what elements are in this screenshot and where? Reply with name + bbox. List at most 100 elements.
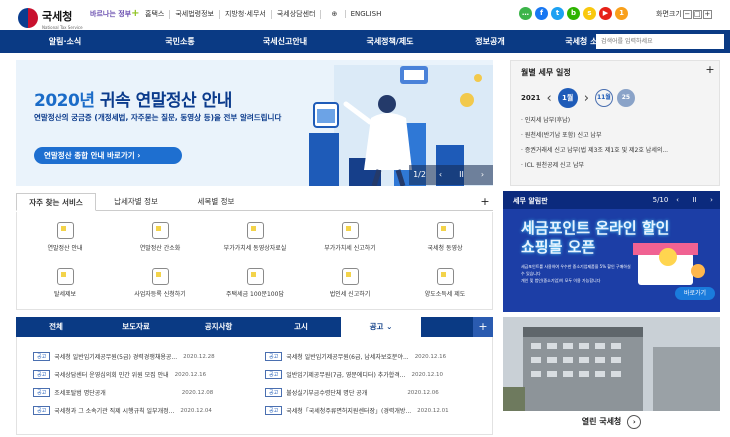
hero-link-button[interactable]: 연말정산 종합 안내 바로가기 › [34,147,182,164]
schedule-item[interactable]: · 인지세 납부(후납) [521,113,668,128]
day-option[interactable]: 25 [616,89,635,107]
service-item[interactable]: 연말정산 안내 [25,222,105,252]
service-item[interactable]: 국세청 동영상 [405,222,485,252]
tab-taxpayer-info[interactable]: 납세자별 정보 [96,193,176,211]
tab-frequent-services[interactable]: 자주 찾는 서비스 [16,193,96,211]
news-item[interactable]: 공고 국세청 일반임기제공무원(6급, 납세자보호분야... 2020.12.16 [265,352,446,361]
news-badge: 공고 [265,352,283,361]
schedule-item[interactable]: · 증권거래세 신고 납부(법 제3조 제1호 및 제2호 납세의... [521,143,668,158]
hero-banner[interactable]: 2020년 귀속 연말정산 안내 연말정산의 궁금증 (개정세법, 자주묻는 질… [16,60,493,186]
main-nav: 알림·소식 국민소통 국세신고안내 국세정책/제도 정보공개 국세청 소개 [0,30,730,53]
news-item[interactable]: 공고 국세청과 그 소속기관 직제 시행규칙 일부개정... 2020.12.04 [33,406,212,415]
link-english-label: ENGLISH [350,10,382,18]
news-item[interactable]: 공고 국세청「국세청주류면허지원센터장」(경력개방... 2020.12.01 [265,406,449,415]
register-icon [151,268,169,285]
news-item[interactable]: 공고 국세청 일반임기제공무원(5급) 경력경쟁채용공... 2020.12.28 [33,352,215,361]
book-icon [246,268,264,285]
zoom-in-button[interactable]: + [702,9,712,19]
tab-all[interactable]: 전체 [16,317,96,337]
tax-notice-sub-1: 세금포인트를 사용하여 우수한 중소기업제품을 5% 할인 구매하실 수 있습니… [521,264,631,276]
nav-item-communication[interactable]: 국민소통 [130,36,230,47]
link-offices[interactable]: 지방청·세무서 [220,10,272,19]
service-item[interactable]: 연말정산 간소화 [120,222,200,252]
news-badge: 공고 [33,388,51,397]
tax-notice-link-button[interactable]: 바로가기 [675,287,715,300]
tax-notice-headline: 세금포인트 온라인 할인 쇼핑몰 오픈 [521,219,669,257]
list-icon [436,268,454,285]
news-date: 2020.12.28 [183,353,215,360]
logo[interactable]: 국세청 National Tax Service [18,5,83,30]
search-input[interactable] [596,34,724,49]
news-badge: 공고 [265,388,283,397]
link-english[interactable]: ⊕ ENGLISH [321,10,391,19]
chevron-right-icon[interactable]: › [584,91,589,106]
zoom-out-button[interactable]: − [682,9,692,19]
news-badge: 공고 [33,370,51,379]
person-icon [436,222,454,239]
tab-tax-item-info[interactable]: 세목별 정보 [176,193,256,211]
service-item[interactable]: 탈세제보 [25,268,105,298]
prev-icon[interactable]: ‹ [430,165,451,185]
tab-announcement[interactable]: 공고 ⌄ [341,317,421,337]
service-item[interactable]: 주택세금 100문100답 [215,268,295,298]
video-icon [246,222,264,239]
link-call-center[interactable]: 국세상담센터 [272,10,322,19]
twitter-icon[interactable]: t [551,7,564,20]
news-date: 2020.12.10 [411,371,444,378]
youtube-icon[interactable]: ▶ [599,7,612,20]
hero-title-year: 2020년 [34,91,95,111]
service-label: 연말정산 안내 [47,245,83,252]
nav-item-tax-filing[interactable]: 국세신고안내 [230,36,340,47]
news-badge: 공고 [33,406,51,415]
kakaotalk-icon[interactable]: … [519,7,532,20]
news-title: 국세상담센터 운영심의회 민간 위원 모집 안내 [54,372,169,379]
document-icon [151,222,169,239]
hero-title: 2020년 귀속 연말정산 안내 [34,86,232,111]
service-item[interactable]: 부가가치세 동영상자료실 [215,222,295,252]
month-current[interactable]: 1월 [557,88,578,108]
tab-press[interactable]: 보도자료 [96,317,176,337]
news-item[interactable]: 공고 불성실기부금수령단체 명단 공개 2020.12.06 [265,388,439,397]
service-item[interactable]: 사업자등록 신청하기 [120,268,200,298]
link-law-info[interactable]: 국세법령정보 [170,10,220,19]
plus-icon[interactable]: + [473,317,493,337]
month-option[interactable]: 11월 [594,89,613,107]
link-hometax[interactable]: 홈택스 [140,10,171,19]
news-item[interactable]: 공고 조세포탈범 명단공개 2020.12.08 [33,388,213,397]
schedule-item[interactable]: · ICL 원천공제 신고 납부 [521,158,668,173]
slogan: 바르나는 정부+ [90,8,139,19]
pause-icon[interactable]: II [451,165,472,185]
nav-item-policy[interactable]: 국세정책/제도 [340,36,440,47]
zoom-reset-button[interactable]: □ [692,9,702,19]
tab-notice[interactable]: 공지사항 [176,317,261,337]
service-item[interactable]: 법인세 신고하기 [310,268,390,298]
tax-notice-headline-1: 세금포인트 온라인 할인 [521,219,670,237]
kakaostory-icon[interactable]: s [583,7,596,20]
tax-notice-banner[interactable]: 세무 알림판 5/10 ‹ II › 세금포인트 온라인 할인 쇼핑몰 오픈 세… [503,191,720,312]
schedule-month-nav: 2021 ‹ 1월 › 11월 25 [521,88,635,108]
notification-badge[interactable]: 1 [615,7,628,20]
open-nts-bar[interactable]: 열린 국세청 › [503,411,720,433]
tab-public-notice[interactable]: 고시 [261,317,341,337]
plus-icon[interactable]: + [701,61,719,79]
tax-notice-headline-2: 쇼핑몰 오픈 [521,238,596,256]
nav-item-news[interactable]: 알림·소식 [0,36,130,47]
service-item[interactable]: 부가가치세 신고하기 [310,222,390,252]
schedule-item[interactable]: · 원천세(반기납 포함) 신고 납부 [521,128,668,143]
screen-size-label: 화면크기 [656,10,682,18]
news-list: 공고 국세청 일반임기제공무원(5급) 경력경쟁채용공... 2020.12.28 … [16,337,493,435]
service-label: 사업자등록 신청하기 [134,291,186,298]
facebook-icon[interactable]: f [535,7,548,20]
news-item[interactable]: 공고 일반임기제공무원(7급, 영문에디터) 추가합격... 2020.12.10 [265,370,443,379]
nav-item-disclosure[interactable]: 정보공개 [440,36,540,47]
plus-icon[interactable]: + [477,193,493,211]
report-icon [56,268,74,285]
news-item[interactable]: 공고 국세상담센터 운영심의회 민간 위원 모집 안내 2020.12.16 [33,370,206,379]
blog-icon[interactable]: b [567,7,580,20]
next-icon[interactable]: › [472,165,493,185]
open-nts-panel[interactable]: 열린 국세청 › [503,317,720,433]
service-item[interactable]: 양도소득세 제도 [405,268,485,298]
calculator-icon [56,222,74,239]
news-title: 국세청 일반임기제공무원(5급) 경력경쟁채용공... [54,354,178,361]
chevron-left-icon[interactable]: ‹ [546,91,551,106]
